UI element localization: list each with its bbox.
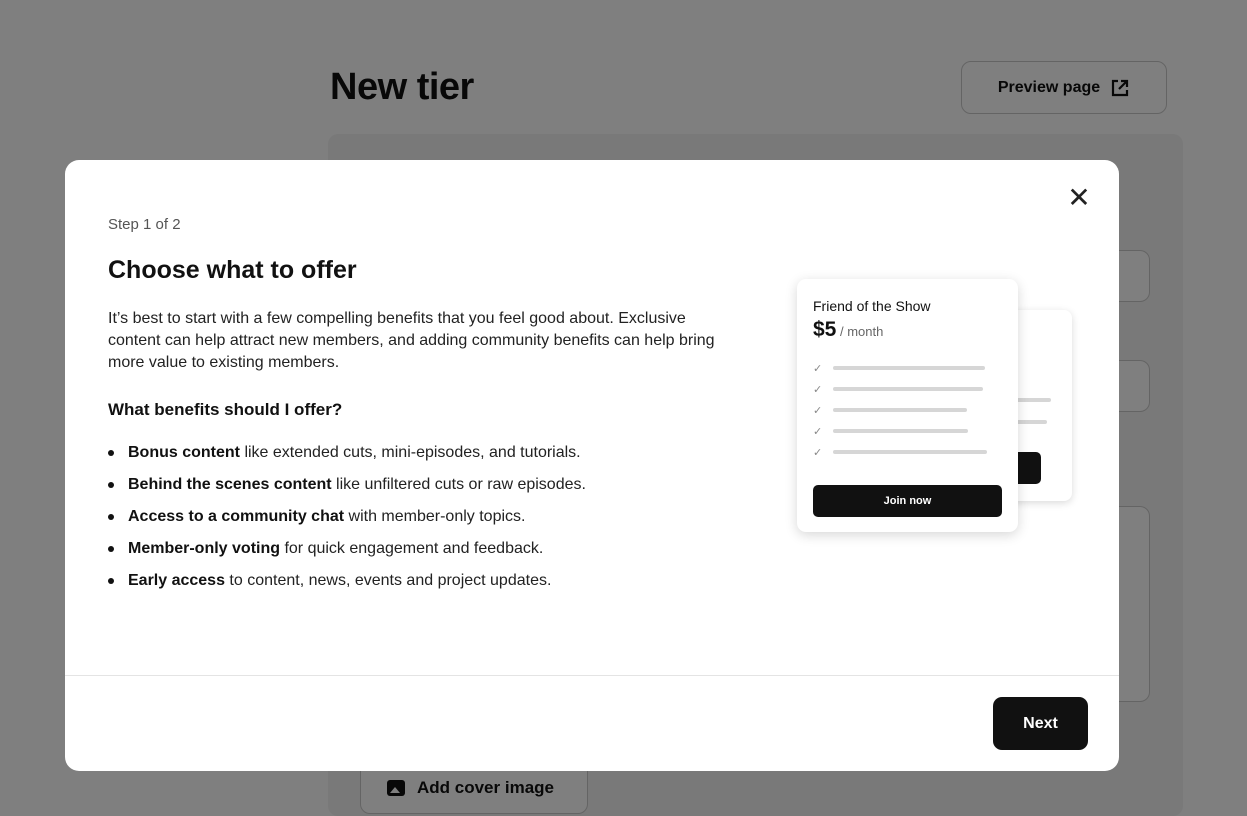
benefit-description: like extended cuts, mini-episodes, and t…	[240, 444, 581, 461]
benefit-description: with member-only topics.	[344, 508, 526, 525]
join-now-button: Join now	[813, 485, 1002, 517]
benefits-subheading: What benefits should I offer?	[108, 400, 343, 419]
benefit-description: like unfiltered cuts or raw episodes.	[331, 476, 586, 493]
benefit-title: Early access	[128, 572, 225, 589]
benefit-description: for quick engagement and feedback.	[280, 540, 544, 557]
step-indicator: Step 1 of 2	[108, 216, 181, 233]
choose-offer-modal: ✕ Step 1 of 2 Choose what to offer It’s …	[65, 160, 1119, 771]
benefit-title: Access to a community chat	[128, 508, 345, 525]
benefit-row: ✓	[813, 424, 968, 438]
benefit-title: Behind the scenes content	[128, 476, 332, 493]
placeholder-line	[833, 387, 983, 391]
price-period: / month	[836, 324, 884, 339]
list-item: Access to a community chat with member-o…	[108, 506, 586, 538]
footer-divider	[65, 675, 1119, 676]
placeholder-line	[833, 408, 967, 412]
tier-card-name: Friend of the Show	[813, 298, 931, 314]
benefit-row: ✓	[813, 382, 983, 396]
benefit-title: Bonus content	[128, 444, 240, 461]
placeholder-line	[833, 429, 968, 433]
benefit-row: ✓	[813, 445, 987, 459]
benefit-title: Member-only voting	[128, 540, 281, 557]
benefit-row: ✓	[813, 403, 967, 417]
benefits-list: Bonus content like extended cuts, mini-e…	[108, 442, 586, 602]
modal-title: Choose what to offer	[108, 256, 357, 284]
benefit-description: to content, news, events and project upd…	[224, 572, 552, 589]
placeholder-line	[833, 450, 987, 454]
modal-intro: It’s best to start with a few compelling…	[108, 310, 715, 371]
price-amount: $5	[813, 318, 837, 341]
tier-card-illustration: Friend of the Show $5 / month ✓ ✓ ✓ ✓ ✓ …	[797, 279, 1018, 532]
close-icon[interactable]: ✕	[1065, 184, 1093, 212]
list-item: Early access to content, news, events an…	[108, 570, 586, 602]
check-icon: ✓	[813, 446, 823, 459]
next-button[interactable]: Next	[993, 697, 1088, 750]
check-icon: ✓	[813, 404, 823, 417]
check-icon: ✓	[813, 383, 823, 396]
tier-card-price: $5 / month	[813, 318, 883, 342]
check-icon: ✓	[813, 425, 823, 438]
placeholder-line	[833, 366, 985, 370]
list-item: Bonus content like extended cuts, mini-e…	[108, 442, 586, 474]
list-item: Behind the scenes content like unfiltere…	[108, 474, 586, 506]
benefit-row: ✓	[813, 361, 985, 375]
check-icon: ✓	[813, 362, 823, 375]
list-item: Member-only voting for quick engagement …	[108, 538, 586, 570]
